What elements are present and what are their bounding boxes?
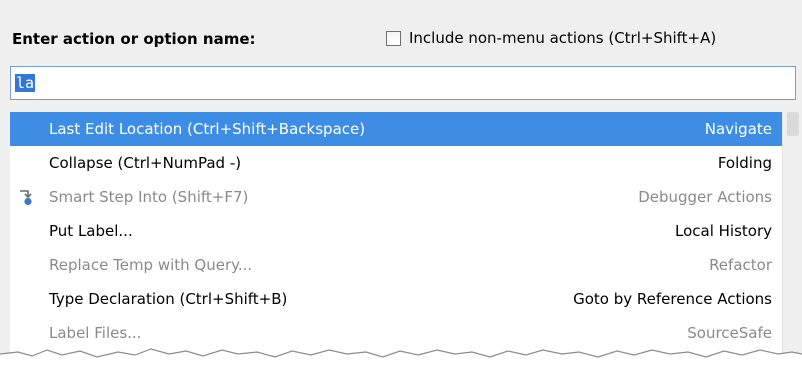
result-label: Type Declaration (Ctrl+Shift+B)	[49, 290, 288, 308]
result-row[interactable]: Last Edit Location (Ctrl+Shift+Backspace…	[10, 112, 782, 146]
scrollbar-thumb[interactable]	[787, 112, 799, 136]
result-group: SourceSafe	[687, 324, 772, 342]
include-non-menu-option[interactable]: Include non-menu actions (Ctrl+Shift+A)	[386, 27, 716, 49]
result-row[interactable]: Type Declaration (Ctrl+Shift+B) Goto by …	[10, 282, 782, 316]
result-label: Label Files...	[49, 324, 142, 342]
search-input[interactable]: la	[10, 66, 796, 100]
search-value: la	[15, 74, 36, 92]
result-row[interactable]: Smart Step Into (Shift+F7) Debugger Acti…	[10, 180, 782, 214]
result-group: Local History	[674, 222, 772, 240]
result-label: Last Edit Location (Ctrl+Shift+Backspace…	[49, 120, 366, 138]
popup-header: Enter action or option name: Include non…	[0, 0, 802, 60]
action-results-list: Last Edit Location (Ctrl+Shift+Backspace…	[10, 112, 782, 365]
result-group: Navigate	[704, 120, 772, 138]
result-row[interactable]: Put Label... Local History	[10, 214, 782, 248]
results-scrollbar[interactable]	[782, 112, 802, 365]
result-row[interactable]: Replace Temp with Query... Refactor	[10, 248, 782, 282]
result-group: Folding	[717, 154, 772, 172]
result-row[interactable]: Label Files... SourceSafe	[10, 316, 782, 350]
result-label: Smart Step Into (Shift+F7)	[49, 188, 249, 206]
result-label: Put Label...	[49, 222, 133, 240]
result-group: Debugger Actions	[638, 188, 772, 206]
smart-step-into-svg	[20, 190, 32, 206]
result-group: Refactor	[709, 256, 772, 274]
result-group: Goto by Reference Actions	[573, 290, 772, 308]
smart-step-into-icon	[18, 188, 36, 206]
include-non-menu-label[interactable]: Include non-menu actions (Ctrl+Shift+A)	[409, 29, 716, 47]
prompt-label: Enter action or option name:	[12, 30, 256, 48]
result-label: Replace Temp with Query...	[49, 256, 253, 274]
result-row[interactable]: Collapse (Ctrl+NumPad -) Folding	[10, 146, 782, 180]
result-label: Collapse (Ctrl+NumPad -)	[49, 154, 242, 172]
find-action-popup: Enter action or option name: Include non…	[0, 0, 802, 365]
step-into-dot	[24, 197, 32, 206]
include-non-menu-checkbox[interactable]	[386, 30, 401, 46]
